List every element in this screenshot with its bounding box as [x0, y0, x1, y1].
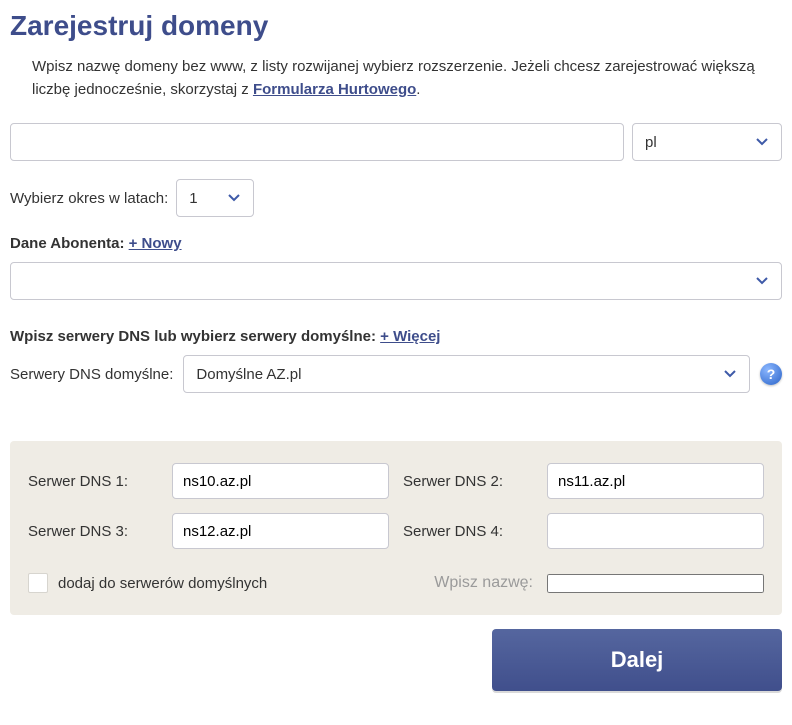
chevron-down-icon: [755, 276, 769, 286]
chevron-down-icon: [755, 137, 769, 147]
dns4-label: Serwer DNS 4:: [403, 523, 533, 540]
tld-value: pl: [645, 134, 657, 151]
dns2-input[interactable]: [547, 463, 764, 499]
period-select[interactable]: 1: [176, 179, 254, 217]
add-subscriber-link[interactable]: + Nowy: [129, 235, 182, 252]
subscriber-label: Dane Abonenta:: [10, 235, 124, 252]
dns1-label: Serwer DNS 1:: [28, 473, 158, 490]
dns2-label: Serwer DNS 2:: [403, 473, 533, 490]
dns-header: Wpisz serwery DNS lub wybierz serwery do…: [10, 328, 782, 345]
intro-text: Wpisz nazwę domeny bez www, z listy rozw…: [10, 56, 782, 101]
tld-select[interactable]: pl: [632, 123, 782, 161]
dns-default-select[interactable]: Domyślne AZ.pl: [183, 355, 750, 393]
bulk-form-link[interactable]: Formularza Hurtowego: [253, 81, 416, 98]
dns-default-label: Serwery DNS domyślne:: [10, 366, 173, 383]
help-icon[interactable]: ?: [760, 363, 782, 385]
page-title: Zarejestruj domeny: [10, 10, 782, 42]
next-button[interactable]: Dalej: [492, 629, 782, 691]
default-name-label: Wpisz nazwę:: [403, 574, 533, 592]
dns4-input[interactable]: [547, 513, 764, 549]
chevron-down-icon: [227, 193, 241, 203]
domain-input[interactable]: [10, 123, 624, 161]
dns3-input[interactable]: [172, 513, 389, 549]
dns-panel: Serwer DNS 1: Serwer DNS 2: Serwer DNS 3…: [10, 441, 782, 615]
dns-default-value: Domyślne AZ.pl: [196, 366, 301, 383]
chevron-down-icon: [723, 369, 737, 379]
default-name-input[interactable]: [547, 574, 764, 593]
subscriber-header: Dane Abonenta: + Nowy: [10, 235, 782, 252]
add-default-checkbox[interactable]: [28, 573, 48, 593]
add-default-label: dodaj do serwerów domyślnych: [58, 575, 267, 592]
period-label: Wybierz okres w latach:: [10, 190, 168, 207]
dns-more-link[interactable]: + Więcej: [380, 328, 440, 345]
dns-header-label: Wpisz serwery DNS lub wybierz serwery do…: [10, 328, 376, 345]
dns1-input[interactable]: [172, 463, 389, 499]
dns3-label: Serwer DNS 3:: [28, 523, 158, 540]
intro-after: .: [416, 81, 420, 98]
subscriber-select[interactable]: [10, 262, 782, 300]
period-value: 1: [189, 190, 197, 207]
